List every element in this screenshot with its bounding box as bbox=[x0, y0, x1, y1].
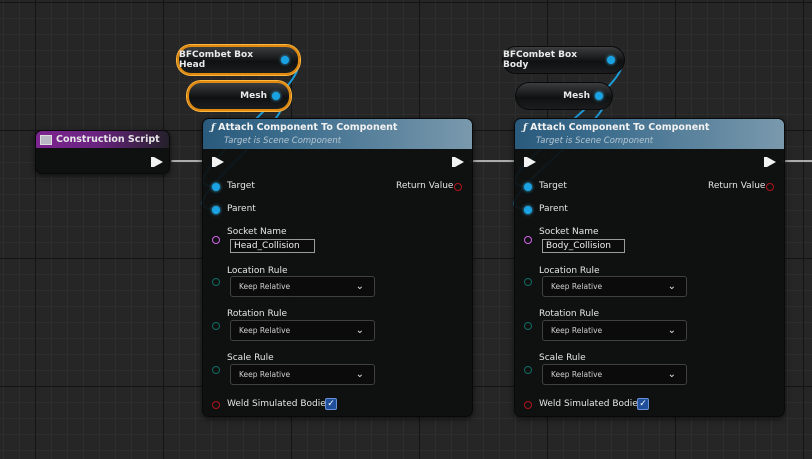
scale-rule-dropdown[interactable]: Keep Relative ⌄ bbox=[542, 364, 687, 385]
rotation-rule-dropdown[interactable]: Keep Relative ⌄ bbox=[542, 320, 687, 341]
object-output-pin[interactable] bbox=[607, 56, 615, 64]
exec-output-pin[interactable] bbox=[764, 157, 776, 167]
scale-rule-label: Scale Rule bbox=[539, 353, 586, 363]
getter-label: Mesh bbox=[563, 91, 590, 101]
scale-rule-dropdown[interactable]: Keep Relative ⌄ bbox=[230, 364, 375, 385]
getter-label: BFCombet Box Body bbox=[503, 50, 578, 70]
exec-input-pin[interactable] bbox=[524, 157, 536, 167]
target-label: Target bbox=[539, 181, 567, 191]
rotation-rule-pin[interactable] bbox=[212, 322, 220, 330]
location-rule-label: Location Rule bbox=[227, 266, 288, 276]
target-pin[interactable] bbox=[524, 183, 532, 191]
socket-name-label: Socket Name bbox=[227, 227, 287, 237]
construction-script-title: Construction Script bbox=[56, 134, 160, 145]
weld-simulated-bodies-pin[interactable] bbox=[212, 401, 220, 409]
rotation-rule-dropdown[interactable]: Keep Relative ⌄ bbox=[230, 320, 375, 341]
node-subtitle: Target is Scene Component bbox=[536, 136, 654, 146]
object-output-pin[interactable] bbox=[595, 92, 603, 100]
mesh-getter[interactable]: Mesh bbox=[187, 81, 291, 111]
chevron-down-icon: ⌄ bbox=[667, 369, 676, 380]
weld-simulated-bodies-checkbox[interactable]: ✓ bbox=[637, 398, 649, 410]
node-title: Attach Component To Component bbox=[218, 122, 398, 133]
bfcombet-box-head-getter[interactable]: BFCombet Box Head bbox=[177, 45, 300, 75]
parent-label: Parent bbox=[227, 204, 256, 214]
node-subtitle: Target is Scene Component bbox=[224, 136, 342, 146]
event-icon bbox=[40, 134, 52, 145]
chevron-down-icon: ⌄ bbox=[355, 369, 364, 380]
scale-rule-pin[interactable] bbox=[212, 366, 220, 374]
weld-simulated-bodies-label: Weld Simulated Bodies bbox=[227, 399, 331, 409]
target-label: Target bbox=[227, 181, 255, 191]
location-rule-dropdown[interactable]: Keep Relative ⌄ bbox=[230, 276, 375, 297]
socket-name-input[interactable]: Body_Collision bbox=[542, 239, 625, 253]
scale-rule-pin[interactable] bbox=[524, 366, 532, 374]
attach-component-node[interactable]: ƒ Attach Component To Component Target is… bbox=[202, 118, 473, 417]
return-value-pin[interactable] bbox=[766, 183, 774, 191]
object-output-pin[interactable] bbox=[281, 56, 289, 64]
socket-name-pin[interactable] bbox=[212, 236, 220, 244]
node-header: ƒ Attach Component To Component Target is… bbox=[203, 119, 472, 149]
dropdown-value: Keep Relative bbox=[551, 282, 603, 291]
parent-pin[interactable] bbox=[212, 206, 220, 214]
dropdown-value: Keep Relative bbox=[551, 370, 603, 379]
target-pin[interactable] bbox=[212, 183, 220, 191]
rotation-rule-label: Rotation Rule bbox=[227, 309, 288, 319]
rotation-rule-pin[interactable] bbox=[524, 322, 532, 330]
weld-simulated-bodies-checkbox[interactable]: ✓ bbox=[325, 398, 337, 410]
rotation-rule-label: Rotation Rule bbox=[539, 309, 600, 319]
socket-name-input[interactable]: Head_Collision bbox=[230, 239, 315, 253]
chevron-down-icon: ⌄ bbox=[667, 281, 676, 292]
object-output-pin[interactable] bbox=[272, 92, 280, 100]
checkmark-icon: ✓ bbox=[327, 399, 335, 409]
exec-input-pin[interactable] bbox=[212, 157, 224, 167]
location-rule-label: Location Rule bbox=[539, 266, 600, 276]
socket-name-pin[interactable] bbox=[524, 236, 532, 244]
return-value-label: Return Value bbox=[396, 181, 454, 191]
return-value-label: Return Value bbox=[708, 181, 766, 191]
weld-simulated-bodies-label: Weld Simulated Bodies bbox=[539, 399, 643, 409]
construction-script-node[interactable]: Construction Script bbox=[35, 130, 170, 174]
weld-simulated-bodies-pin[interactable] bbox=[524, 401, 532, 409]
mesh-getter[interactable]: Mesh bbox=[515, 82, 613, 110]
dropdown-value: Keep Relative bbox=[239, 370, 291, 379]
chevron-down-icon: ⌄ bbox=[355, 281, 364, 292]
exec-output-pin[interactable] bbox=[151, 157, 163, 167]
checkmark-icon: ✓ bbox=[639, 399, 647, 409]
dropdown-value: Keep Relative bbox=[239, 282, 291, 291]
parent-label: Parent bbox=[539, 204, 568, 214]
dropdown-value: Keep Relative bbox=[239, 326, 291, 335]
bfcombet-box-body-getter[interactable]: BFCombet Box Body bbox=[502, 46, 625, 74]
getter-label: BFCombet Box Head bbox=[179, 50, 254, 70]
attach-component-node[interactable]: ƒ Attach Component To Component Target is… bbox=[514, 118, 785, 417]
dropdown-value: Keep Relative bbox=[551, 326, 603, 335]
scale-rule-label: Scale Rule bbox=[227, 353, 274, 363]
chevron-down-icon: ⌄ bbox=[355, 325, 364, 336]
exec-output-pin[interactable] bbox=[452, 157, 464, 167]
location-rule-pin[interactable] bbox=[212, 278, 220, 286]
node-header: ƒ Attach Component To Component Target is… bbox=[515, 119, 784, 149]
construction-script-header: Construction Script bbox=[36, 131, 169, 148]
function-icon: ƒ bbox=[211, 122, 216, 133]
parent-pin[interactable] bbox=[524, 206, 532, 214]
location-rule-dropdown[interactable]: Keep Relative ⌄ bbox=[542, 276, 687, 297]
node-title: Attach Component To Component bbox=[530, 122, 710, 133]
chevron-down-icon: ⌄ bbox=[667, 325, 676, 336]
getter-label: Mesh bbox=[240, 91, 267, 101]
function-icon: ƒ bbox=[523, 122, 528, 133]
location-rule-pin[interactable] bbox=[524, 278, 532, 286]
socket-name-label: Socket Name bbox=[539, 227, 599, 237]
return-value-pin[interactable] bbox=[454, 183, 462, 191]
